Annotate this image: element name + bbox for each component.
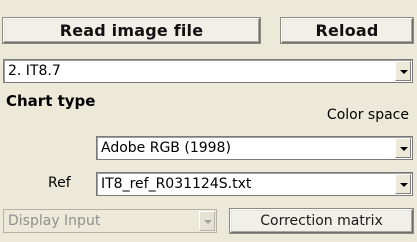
chevron-down-icon[interactable] [395,61,411,81]
color-space-label: Color space [326,107,409,123]
chevron-down-icon [199,211,215,231]
chevron-down-icon[interactable] [395,174,411,194]
reload-button[interactable]: Reload [281,18,413,43]
chart-type-label: Chart type [6,92,96,110]
chart-settings-panel: Read image file Reload 2. IT8.7 Chart ty… [0,0,417,242]
color-space-value: Adobe RGB (1998) [101,140,231,156]
target-select[interactable]: 2. IT8.7 [3,59,413,83]
ref-label: Ref [48,175,71,191]
ref-value: IT8_ref_R031124S.txt [101,176,252,192]
read-image-file-label: Read image file [59,21,204,40]
display-select: Display Input [3,209,217,233]
target-select-value: 2. IT8.7 [8,63,61,79]
color-space-select[interactable]: Adobe RGB (1998) [96,136,413,160]
correction-matrix-label: Correction matrix [260,213,383,229]
correction-matrix-button[interactable]: Correction matrix [230,209,413,233]
chevron-down-icon[interactable] [395,138,411,158]
reload-label: Reload [315,21,379,40]
read-image-file-button[interactable]: Read image file [3,18,260,43]
display-select-value: Display Input [8,213,101,229]
ref-select[interactable]: IT8_ref_R031124S.txt [96,172,413,196]
